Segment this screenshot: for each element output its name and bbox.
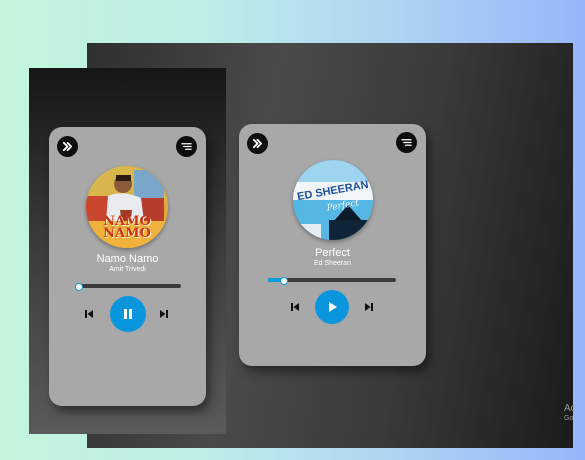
skip-next-icon xyxy=(160,310,168,318)
skip-next-icon xyxy=(365,303,373,311)
next-button[interactable] xyxy=(363,301,375,313)
song-title: Namo Namo xyxy=(96,253,159,265)
expand-button[interactable] xyxy=(57,136,78,157)
skip-previous-icon xyxy=(85,310,93,318)
song-title: Perfect xyxy=(315,247,350,259)
previous-button[interactable] xyxy=(289,301,301,313)
next-button[interactable] xyxy=(158,308,170,320)
cover-text: NAMO NAMO xyxy=(86,215,168,241)
album-cover: ED SHEERAN Perfect xyxy=(293,160,373,240)
watermark: Ac Go xyxy=(564,404,576,424)
artist-name: Amit Trivedi xyxy=(109,266,146,273)
double-chevron-right-icon xyxy=(62,141,73,152)
skip-previous-icon xyxy=(291,303,299,311)
playlist-button[interactable] xyxy=(176,136,197,157)
play-button[interactable] xyxy=(315,290,349,324)
progress-bar[interactable] xyxy=(268,277,396,285)
expand-button[interactable] xyxy=(247,133,268,154)
double-chevron-right-icon xyxy=(252,138,263,149)
play-icon xyxy=(329,302,337,312)
watermark-line1: Ac xyxy=(564,403,576,414)
pause-icon xyxy=(124,309,132,319)
cover-text-line2: NAMO xyxy=(103,226,151,241)
artist-name: Ed Sheeran xyxy=(314,260,351,267)
watermark-line2: Go xyxy=(564,415,574,422)
music-player-card-1: NAMO NAMO Namo Namo Amit Trivedi xyxy=(49,127,206,406)
progress-knob[interactable] xyxy=(280,277,289,285)
playlist-button[interactable] xyxy=(396,132,417,153)
previous-button[interactable] xyxy=(83,308,95,320)
pause-button[interactable] xyxy=(110,296,146,332)
album-cover: NAMO NAMO xyxy=(86,166,168,248)
music-player-card-2: ED SHEERAN Perfect Perfect Ed Sheeran xyxy=(239,124,426,366)
menu-icon xyxy=(401,139,412,146)
menu-icon xyxy=(181,143,192,150)
progress-knob[interactable] xyxy=(75,283,84,291)
progress-bar[interactable] xyxy=(75,283,181,291)
